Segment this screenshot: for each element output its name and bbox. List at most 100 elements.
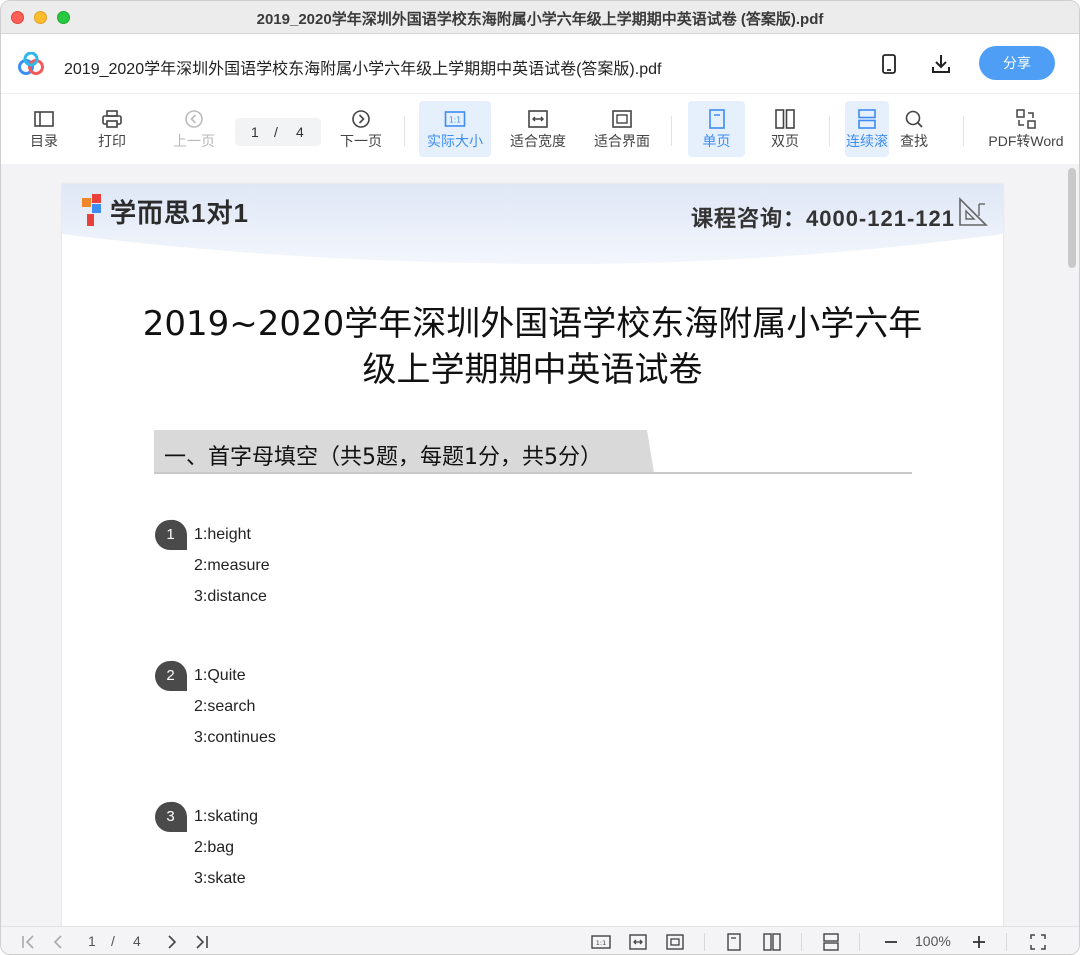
fit-page-button[interactable]: 适合界面 xyxy=(590,101,654,157)
actual-size-button[interactable]: 1:1 实际大小 xyxy=(419,101,491,157)
search-icon xyxy=(905,110,923,128)
fit-page-label: 适合界面 xyxy=(594,133,650,149)
page-separator: / xyxy=(274,124,278,140)
answer-text: 1:skating xyxy=(194,808,259,825)
next-page-label: 下一页 xyxy=(340,133,382,149)
answer-text: 2:search xyxy=(194,698,256,715)
page-total: 4 xyxy=(296,124,304,140)
zoom-level[interactable]: 100% xyxy=(915,933,951,953)
pdf-viewer-window: 2019_2020学年深圳外国语学校东海附属小学六年级上学期期中英语试卷 (答案… xyxy=(0,0,1080,955)
answer-text: 2:bag xyxy=(194,839,235,856)
status-page-total: 4 xyxy=(133,933,141,949)
double-page-label: 双页 xyxy=(771,133,799,149)
print-label: 打印 xyxy=(98,133,126,149)
share-button[interactable]: 分享 xyxy=(979,46,1055,80)
double-page-icon xyxy=(775,109,795,129)
fit-width-icon xyxy=(629,934,647,950)
double-page-button[interactable]: 双页 xyxy=(761,101,809,157)
status-page-current[interactable]: 1 xyxy=(88,933,96,953)
actual-size-icon: 1:1 xyxy=(444,111,466,127)
answer-text: 3:skate xyxy=(194,870,246,887)
status-page-separator: / xyxy=(111,933,115,949)
question-number-badge: 3 xyxy=(154,801,187,833)
document-header: 2019_2020学年深圳外国语学校东海附属小学六年级上学期期中英语试卷(答案版… xyxy=(1,34,1079,94)
answer-text: 2:measure xyxy=(194,557,270,574)
answer-text: 1:height xyxy=(194,526,251,543)
status-divider xyxy=(801,933,802,951)
title-bar: 2019_2020学年深圳外国语学校东海附属小学六年级上学期期中英语试卷 (答案… xyxy=(1,1,1079,34)
pdf-to-word-label: PDF转Word xyxy=(988,133,1064,149)
page-number-field[interactable]: 1 / 4 xyxy=(235,118,321,146)
continuous-scroll-icon xyxy=(823,933,839,951)
svg-text:1:1: 1:1 xyxy=(596,939,606,947)
chevron-left-circle-icon xyxy=(185,110,203,128)
download-icon[interactable] xyxy=(930,52,952,76)
status-divider xyxy=(1006,933,1007,951)
toc-label: 目录 xyxy=(30,133,58,149)
prev-page-small-button[interactable] xyxy=(48,932,68,952)
toc-icon xyxy=(34,111,54,127)
zoom-in-button[interactable] xyxy=(969,932,989,952)
single-page-small-button[interactable] xyxy=(724,932,744,952)
brand-logo-icon xyxy=(82,194,101,226)
exam-title-line2: 级上学期期中英语试卷 xyxy=(362,350,703,390)
fit-width-icon xyxy=(528,110,548,128)
actual-size-label: 实际大小 xyxy=(427,133,483,149)
toc-button[interactable]: 目录 xyxy=(23,101,65,157)
actual-size-small-button[interactable]: 1:1 xyxy=(591,932,611,952)
single-page-label: 单页 xyxy=(702,133,731,149)
single-page-button[interactable]: 单页 xyxy=(688,101,745,157)
pdf-to-word-button[interactable]: PDF转Word xyxy=(985,101,1067,157)
double-page-small-button[interactable] xyxy=(762,932,782,952)
page-header-banner: 学而思1对1 课程咨询：4000-121-121 xyxy=(62,184,1003,266)
continuous-scroll-label: 连续滚 xyxy=(846,133,888,149)
find-label: 查找 xyxy=(900,133,928,149)
status-bar: 1 / 4 1:1 100% xyxy=(1,926,1079,954)
document-canvas[interactable]: 学而思1对1 课程咨询：4000-121-121 2019~2020学年深圳外国… xyxy=(1,164,1079,926)
next-page-button[interactable]: 下一页 xyxy=(336,101,386,157)
prev-page-label: 上一页 xyxy=(173,133,215,149)
vertical-scrollbar[interactable] xyxy=(1068,168,1076,268)
app-logo-icon xyxy=(18,52,44,75)
fit-page-icon xyxy=(666,934,684,950)
toolbar-divider xyxy=(671,116,672,146)
fit-width-small-button[interactable] xyxy=(628,932,648,952)
status-divider xyxy=(704,933,705,951)
first-page-button[interactable] xyxy=(19,932,39,952)
last-page-button[interactable] xyxy=(191,932,211,952)
section-title: 一、首字母填空（共5题，每题1分，共5分） xyxy=(164,445,602,470)
answer-text: 1:Quite xyxy=(194,667,246,684)
ruler-icon xyxy=(959,197,988,226)
print-button[interactable]: 打印 xyxy=(91,101,133,157)
question-number: 1 xyxy=(166,526,175,543)
hotline-text: 课程咨询：4000-121-121 xyxy=(690,206,955,231)
fullscreen-button[interactable] xyxy=(1028,932,1048,952)
next-page-small-button[interactable] xyxy=(162,932,182,952)
phone-icon[interactable] xyxy=(878,52,900,76)
fit-width-button[interactable]: 适合宽度 xyxy=(506,101,570,157)
last-page-icon xyxy=(196,935,208,949)
page-current: 1 xyxy=(251,124,259,140)
window-title: 2019_2020学年深圳外国语学校东海附属小学六年级上学期期中英语试卷 (答案… xyxy=(256,11,824,28)
question-number-badge: 1 xyxy=(154,519,187,551)
question-number-badge: 2 xyxy=(154,660,187,692)
exam-title-line1: 2019~2020学年深圳外国语学校东海附属小学六年 xyxy=(142,304,923,344)
continuous-scroll-button[interactable]: 连续滚 xyxy=(845,101,889,157)
answer-text: 3:distance xyxy=(194,588,267,605)
continuous-scroll-small-button[interactable] xyxy=(821,932,841,952)
svg-text:1:1: 1:1 xyxy=(449,116,461,125)
convert-icon xyxy=(1016,109,1036,129)
single-page-icon xyxy=(727,933,741,951)
prev-page-button[interactable]: 上一页 xyxy=(169,101,219,157)
status-divider xyxy=(859,933,860,951)
find-button[interactable]: 查找 xyxy=(891,101,937,157)
zoom-out-button[interactable] xyxy=(881,932,901,952)
document-name: 2019_2020学年深圳外国语学校东海附属小学六年级上学期期中英语试卷(答案版… xyxy=(64,61,662,78)
answer-text: 3:continues xyxy=(194,729,276,746)
fit-page-small-button[interactable] xyxy=(665,932,685,952)
single-page-icon xyxy=(708,109,725,129)
continuous-scroll-icon xyxy=(858,109,876,129)
toolbar: 目录 打印 上一页 1 / 4 下一页 1:1 实际大小 适合宽度 适合界面 单… xyxy=(1,94,1079,164)
brand-name: 学而思1对1 xyxy=(110,198,249,228)
toolbar-divider xyxy=(829,116,830,146)
